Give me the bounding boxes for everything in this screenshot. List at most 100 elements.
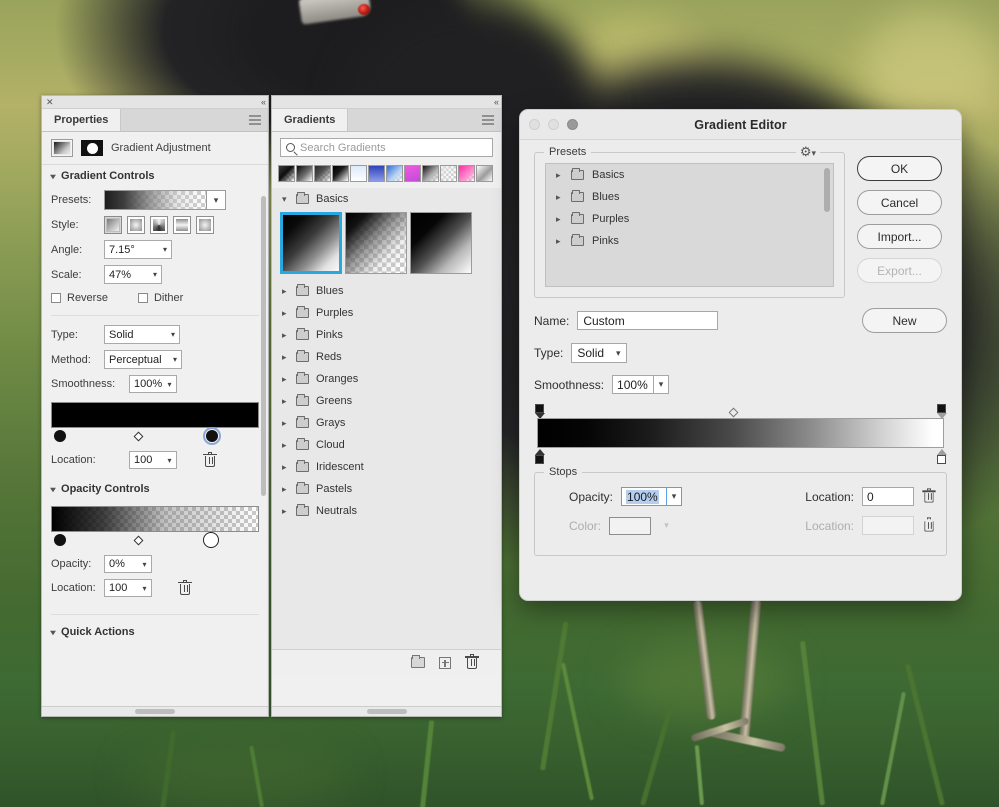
gradient-group-iridescent[interactable]: ▸ Iridescent: [272, 456, 501, 478]
gradient-group-neutrals[interactable]: ▸ Neutrals: [272, 500, 501, 522]
collapse-panel-icon[interactable]: «: [494, 97, 499, 107]
add-gradient-icon[interactable]: [439, 656, 451, 669]
style-angle-button[interactable]: [150, 216, 168, 234]
preset-group-pinks[interactable]: ▸ Pinks: [546, 230, 833, 252]
recent-gradient-swatch[interactable]: [476, 165, 493, 182]
method-select[interactable]: Perceptual ▾: [104, 350, 182, 369]
opacity-stop-start[interactable]: [54, 534, 66, 546]
gradient-group-oranges[interactable]: ▸ Oranges: [272, 368, 501, 390]
new-folder-icon[interactable]: [411, 654, 425, 668]
opacity-stop-right[interactable]: [936, 404, 947, 419]
gradient-preview-bar[interactable]: [537, 418, 944, 448]
import-button[interactable]: Import...: [857, 224, 942, 249]
opacity-stop-left[interactable]: [534, 404, 545, 419]
recent-gradient-swatch[interactable]: [278, 165, 295, 182]
collapse-panel-icon[interactable]: «: [261, 97, 266, 107]
gradient-group-pinks[interactable]: ▸ Pinks: [272, 324, 501, 346]
properties-horizontal-scrollbar[interactable]: [42, 706, 268, 716]
recent-gradient-swatch[interactable]: [332, 165, 349, 182]
gradient-thumbnail-icon[interactable]: [51, 139, 73, 157]
recent-gradient-swatch[interactable]: [440, 165, 457, 182]
presets-scrollbar[interactable]: [824, 168, 830, 212]
gradient-group-cloud[interactable]: ▸ Cloud: [272, 434, 501, 456]
preset-group-basics[interactable]: ▸ Basics: [546, 164, 833, 186]
gc-location-input[interactable]: 100 ▾: [129, 451, 177, 469]
recent-gradient-swatch[interactable]: [368, 165, 385, 182]
gradient-group-greens[interactable]: ▸ Greens: [272, 390, 501, 412]
style-reflected-button[interactable]: [173, 216, 191, 234]
layer-mask-thumbnail-icon[interactable]: [81, 140, 103, 156]
stop-opacity-input[interactable]: 100% ▾: [621, 487, 683, 506]
trash-icon[interactable]: [465, 654, 479, 670]
smoothness-input[interactable]: 100% ▾: [129, 375, 177, 393]
preset-group-blues[interactable]: ▸ Blues: [546, 186, 833, 208]
recent-gradient-swatch[interactable]: [404, 165, 421, 182]
zoom-icon[interactable]: [567, 119, 578, 130]
gradient-preset-swatch[interactable]: [104, 190, 207, 210]
style-linear-button[interactable]: [104, 216, 122, 234]
chevron-down-icon[interactable]: ▾: [163, 451, 177, 469]
style-radial-button[interactable]: [127, 216, 145, 234]
reverse-checkbox[interactable]: [51, 293, 61, 303]
gradient-group-purples[interactable]: ▸ Purples: [272, 302, 501, 324]
recent-gradient-swatch[interactable]: [386, 165, 403, 182]
recent-gradient-swatch[interactable]: [296, 165, 313, 182]
dither-checkbox[interactable]: [137, 293, 148, 303]
oc-location-input[interactable]: 100 ▾: [104, 579, 152, 597]
type-select[interactable]: Solid ▾: [104, 325, 180, 344]
preset-group-purples[interactable]: ▸ Purples: [546, 208, 833, 230]
close-icon[interactable]: [529, 119, 540, 130]
color-midpoint[interactable]: [133, 431, 144, 442]
stop-opacity-location-input[interactable]: 0: [862, 487, 914, 506]
color-stop-right[interactable]: [936, 449, 947, 464]
dialog-title-bar[interactable]: Gradient Editor: [520, 110, 961, 140]
presets-list[interactable]: ▸ Basics ▸ Blues ▸ Purples ▸ Pinks: [545, 163, 834, 287]
recent-gradient-swatch[interactable]: [422, 165, 439, 182]
dialog-smoothness-input[interactable]: 100% ▾: [612, 375, 670, 394]
chevron-down-icon[interactable]: ▾: [138, 555, 152, 573]
chevron-down-icon[interactable]: ▾: [667, 487, 683, 506]
trash-icon[interactable]: [922, 488, 936, 503]
recent-gradient-swatch[interactable]: [350, 165, 367, 182]
trash-icon[interactable]: [203, 451, 217, 468]
cancel-button[interactable]: Cancel: [857, 190, 942, 215]
panel-menu-icon[interactable]: [482, 115, 494, 125]
minimize-icon[interactable]: [548, 119, 559, 130]
gradient-color-strip[interactable]: [51, 402, 259, 428]
opacity-input[interactable]: 0% ▾: [104, 555, 152, 573]
gradient-group-pastels[interactable]: ▸ Pastels: [272, 478, 501, 500]
opacity-midpoint-marker[interactable]: [728, 407, 739, 418]
chevron-down-icon[interactable]: ▾: [207, 190, 226, 210]
chevron-down-icon[interactable]: ▾: [138, 579, 152, 597]
chevron-down-icon[interactable]: ▾: [654, 375, 670, 394]
gradient-swatch-foreground-to-transparent[interactable]: [345, 212, 407, 274]
recent-gradient-swatch[interactable]: [314, 165, 331, 182]
gradient-group-reds[interactable]: ▸ Reds: [272, 346, 501, 368]
gradient-group-basics[interactable]: ▾ Basics: [272, 188, 501, 210]
gradient-swatch-foreground-to-background[interactable]: [280, 212, 342, 274]
search-input[interactable]: Search Gradients: [280, 138, 493, 157]
style-diamond-button[interactable]: [196, 216, 214, 234]
trash-icon[interactable]: [922, 517, 935, 532]
opacity-gradient-strip[interactable]: [51, 506, 259, 532]
name-input[interactable]: Custom: [577, 311, 718, 330]
properties-vertical-scrollbar[interactable]: [261, 196, 266, 496]
color-stop-left[interactable]: [534, 449, 545, 464]
gradient-group-blues[interactable]: ▸ Blues: [272, 280, 501, 302]
chevron-down-icon[interactable]: ▾: [163, 375, 177, 393]
gear-icon[interactable]: ⚙▾: [795, 144, 820, 160]
panel-menu-icon[interactable]: [249, 115, 261, 125]
color-stop-start[interactable]: [54, 430, 66, 442]
section-opacity-controls[interactable]: ▾ Opacity Controls: [42, 478, 268, 500]
close-icon[interactable]: ✕: [46, 97, 54, 107]
angle-input[interactable]: 7.15° ▾: [104, 240, 172, 259]
dialog-type-select[interactable]: Solid ▾: [571, 343, 627, 363]
section-quick-actions[interactable]: ▾ Quick Actions: [42, 621, 268, 643]
recent-gradient-swatch[interactable]: [458, 165, 475, 182]
tab-properties[interactable]: Properties: [42, 109, 122, 131]
gradient-group-grays[interactable]: ▸ Grays: [272, 412, 501, 434]
new-button[interactable]: New: [862, 308, 947, 333]
stop-color-chip[interactable]: [609, 516, 652, 535]
opacity-stop-end[interactable]: [203, 532, 219, 548]
gradients-horizontal-scrollbar[interactable]: [272, 706, 501, 716]
